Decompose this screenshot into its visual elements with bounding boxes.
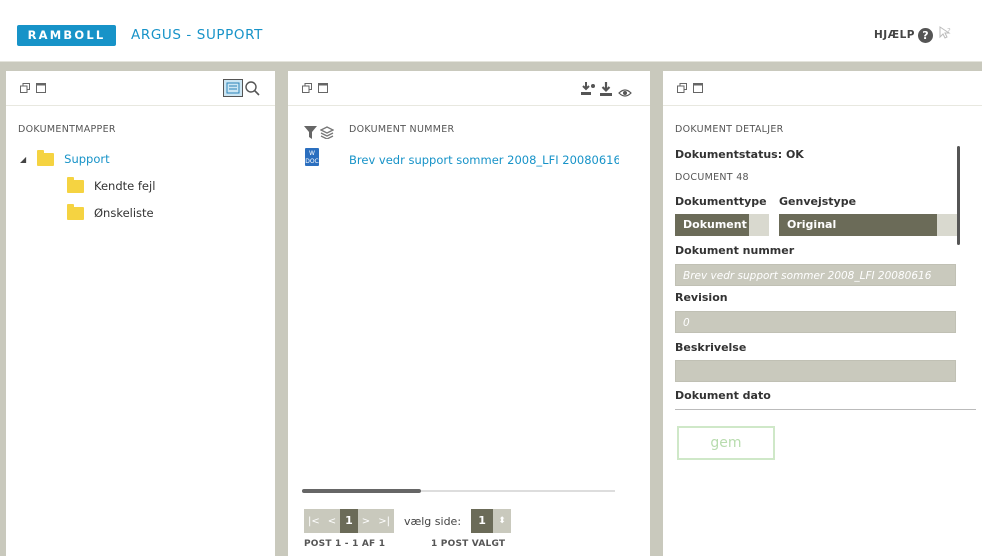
maximize-window-icon[interactable] [36, 83, 46, 93]
last-page-button[interactable]: >| [374, 509, 394, 533]
app-title: ARGUS - SUPPORT [131, 27, 263, 43]
post-range-text: POST 1 - 1 AF 1 [304, 539, 386, 549]
folder-icon [67, 176, 84, 193]
pagination: |< < 1 > >| vælg side: 1 ⬍ [304, 509, 512, 533]
page-select-value[interactable]: 1 [471, 509, 494, 533]
description-field[interactable] [675, 360, 956, 382]
doc-type-label: Dokumenttype [675, 195, 767, 208]
next-page-button[interactable]: > [357, 509, 375, 533]
help-label[interactable]: HJÆLP [874, 29, 915, 41]
restore-window-icon[interactable] [20, 83, 30, 93]
app-header: RAMBOLL ARGUS - SUPPORT HJÆLP ? ? [0, 0, 982, 62]
download-icon[interactable] [600, 81, 612, 100]
tree-item-label[interactable]: Kendte fejl [94, 179, 155, 193]
details-vertical-scrollbar[interactable] [957, 146, 960, 245]
help-question-icon[interactable]: ? [918, 27, 933, 43]
tree-item-label[interactable]: Support [64, 152, 109, 166]
details-toolbar [663, 71, 982, 106]
doc-type-select[interactable]: Dokument [675, 214, 749, 236]
choose-page-label: vælg side: [403, 514, 462, 528]
layers-icon[interactable] [319, 124, 335, 143]
maximize-window-icon[interactable] [693, 83, 703, 93]
doc-number-field[interactable]: Brev vedr support sommer 2008_LFI 200806… [675, 264, 956, 286]
folders-panel: DOKUMENTMAPPER ◢ Support Kendte fejl Øns… [6, 71, 275, 556]
document-details-panel: DOKUMENT DETALJER Dokumentstatus: OK DOC… [663, 71, 982, 556]
doc-number-label: Dokument nummer [675, 244, 795, 257]
horizontal-scrollbar-thumb[interactable] [302, 489, 421, 493]
revision-field[interactable]: 0 [675, 311, 956, 333]
select-arrows-icon[interactable]: ⬍ [493, 509, 512, 533]
list-toolbar [288, 71, 650, 106]
word-doc-icon: W DOC [305, 148, 319, 166]
folder-icon [67, 203, 84, 220]
revision-label: Revision [675, 291, 728, 304]
folders-toolbar [6, 71, 275, 106]
tree-item-label[interactable]: Ønskeliste [94, 206, 154, 220]
svg-text:?: ? [947, 27, 951, 35]
shortcut-type-label: Genvejstype [779, 195, 857, 208]
ramboll-logo: RAMBOLL [17, 25, 116, 46]
help-area[interactable]: HJÆLP ? ? [874, 26, 952, 44]
filter-icon[interactable] [304, 124, 317, 143]
restore-window-icon[interactable] [677, 83, 687, 93]
document-status: Dokumentstatus: OK [675, 148, 804, 161]
shortcut-type-select[interactable]: Original [779, 214, 937, 236]
help-cursor-icon[interactable]: ? [938, 26, 952, 44]
maximize-window-icon[interactable] [318, 83, 328, 93]
previous-page-button[interactable]: < [323, 509, 341, 533]
tree-item-kendte-fejl[interactable]: Kendte fejl [67, 176, 155, 193]
save-button[interactable]: gem [677, 426, 775, 460]
folders-heading: DOKUMENTMAPPER [18, 124, 116, 135]
doc-type-select-arrow[interactable] [749, 214, 769, 236]
document-list-panel: DOKUMENT NUMMER W DOC Brev vedr support s… [288, 71, 650, 556]
tree-search-icon[interactable] [223, 79, 267, 101]
first-page-button[interactable]: |< [304, 509, 324, 533]
document-number-column-header[interactable]: DOKUMENT NUMMER [349, 124, 454, 135]
document-id: DOCUMENT 48 [675, 172, 749, 183]
tree-item-onskeliste[interactable]: Ønskeliste [67, 203, 154, 220]
page-select[interactable]: 1 ⬍ [471, 509, 512, 533]
tree-item-support[interactable]: ◢ Support [20, 149, 110, 166]
collapse-caret-icon[interactable]: ◢ [20, 155, 26, 164]
download-multiple-icon[interactable] [580, 81, 596, 100]
description-label: Beskrivelse [675, 341, 747, 354]
current-page-indicator: 1 [340, 509, 358, 533]
shortcut-type-select-arrow[interactable] [937, 214, 957, 236]
document-row-link[interactable]: Brev vedr support sommer 2008_LFI 200806… [349, 153, 619, 167]
details-heading: DOKUMENT DETALJER [675, 124, 784, 135]
restore-window-icon[interactable] [302, 83, 312, 93]
document-date-label: Dokument dato [675, 389, 771, 402]
details-divider [675, 409, 976, 410]
preview-eye-icon[interactable] [618, 83, 632, 102]
folder-icon [37, 149, 55, 166]
selected-count-text: 1 POST VALGT [431, 539, 506, 549]
